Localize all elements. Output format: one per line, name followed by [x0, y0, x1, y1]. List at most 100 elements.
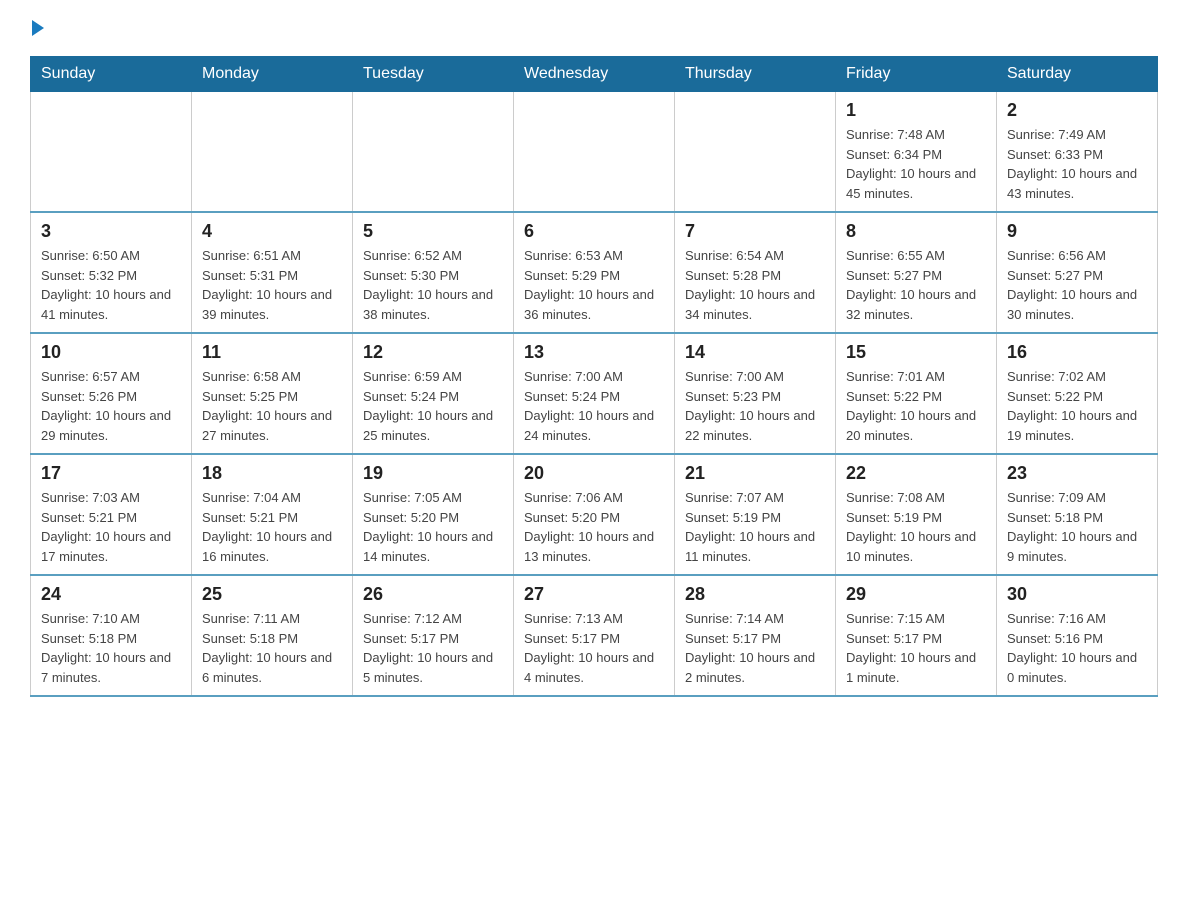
- day-info: Sunrise: 7:48 AM Sunset: 6:34 PM Dayligh…: [846, 125, 986, 203]
- day-number: 16: [1007, 342, 1147, 363]
- day-number: 4: [202, 221, 342, 242]
- day-number: 12: [363, 342, 503, 363]
- calendar-cell: [514, 92, 675, 213]
- day-info: Sunrise: 7:14 AM Sunset: 5:17 PM Dayligh…: [685, 609, 825, 687]
- day-info: Sunrise: 6:52 AM Sunset: 5:30 PM Dayligh…: [363, 246, 503, 324]
- calendar-header-sunday: Sunday: [31, 57, 192, 92]
- calendar-week-row: 3 Sunrise: 6:50 AM Sunset: 5:32 PM Daylig…: [31, 212, 1158, 333]
- day-info: Sunrise: 7:15 AM Sunset: 5:17 PM Dayligh…: [846, 609, 986, 687]
- calendar-header-monday: Monday: [192, 57, 353, 92]
- day-info: Sunrise: 7:01 AM Sunset: 5:22 PM Dayligh…: [846, 367, 986, 445]
- day-number: 28: [685, 584, 825, 605]
- calendar-header-friday: Friday: [836, 57, 997, 92]
- calendar-cell: 18 Sunrise: 7:04 AM Sunset: 5:21 PM Dayli…: [192, 454, 353, 575]
- calendar-cell: 3 Sunrise: 6:50 AM Sunset: 5:32 PM Daylig…: [31, 212, 192, 333]
- day-info: Sunrise: 6:53 AM Sunset: 5:29 PM Dayligh…: [524, 246, 664, 324]
- day-number: 3: [41, 221, 181, 242]
- day-number: 8: [846, 221, 986, 242]
- calendar-cell: 30Sunrise: 7:16 AM Sunset: 5:16 PM Dayli…: [997, 575, 1158, 696]
- day-info: Sunrise: 7:00 AM Sunset: 5:23 PM Dayligh…: [685, 367, 825, 445]
- day-number: 20: [524, 463, 664, 484]
- calendar-header-wednesday: Wednesday: [514, 57, 675, 92]
- calendar-cell: 11 Sunrise: 6:58 AM Sunset: 5:25 PM Dayli…: [192, 333, 353, 454]
- calendar-cell: 14 Sunrise: 7:00 AM Sunset: 5:23 PM Dayli…: [675, 333, 836, 454]
- day-number: 26: [363, 584, 503, 605]
- page-header: [30, 20, 1158, 36]
- day-info: Sunrise: 7:16 AM Sunset: 5:16 PM Dayligh…: [1007, 609, 1147, 687]
- day-info: Sunrise: 6:51 AM Sunset: 5:31 PM Dayligh…: [202, 246, 342, 324]
- day-number: 27: [524, 584, 664, 605]
- calendar-cell: 23 Sunrise: 7:09 AM Sunset: 5:18 PM Dayli…: [997, 454, 1158, 575]
- day-number: 17: [41, 463, 181, 484]
- calendar-cell: 2 Sunrise: 7:49 AM Sunset: 6:33 PM Daylig…: [997, 92, 1158, 213]
- day-number: 10: [41, 342, 181, 363]
- calendar-cell: 5Sunrise: 6:52 AM Sunset: 5:30 PM Daylig…: [353, 212, 514, 333]
- day-info: Sunrise: 7:00 AM Sunset: 5:24 PM Dayligh…: [524, 367, 664, 445]
- calendar-cell: 22 Sunrise: 7:08 AM Sunset: 5:19 PM Dayli…: [836, 454, 997, 575]
- day-info: Sunrise: 6:50 AM Sunset: 5:32 PM Dayligh…: [41, 246, 181, 324]
- day-info: Sunrise: 7:09 AM Sunset: 5:18 PM Dayligh…: [1007, 488, 1147, 566]
- day-info: Sunrise: 6:59 AM Sunset: 5:24 PM Dayligh…: [363, 367, 503, 445]
- calendar-cell: [192, 92, 353, 213]
- calendar-cell: 10 Sunrise: 6:57 AM Sunset: 5:26 PM Dayli…: [31, 333, 192, 454]
- day-info: Sunrise: 7:13 AM Sunset: 5:17 PM Dayligh…: [524, 609, 664, 687]
- day-number: 18: [202, 463, 342, 484]
- calendar-week-row: 10 Sunrise: 6:57 AM Sunset: 5:26 PM Dayli…: [31, 333, 1158, 454]
- calendar-cell: [675, 92, 836, 213]
- day-number: 22: [846, 463, 986, 484]
- calendar-cell: 19 Sunrise: 7:05 AM Sunset: 5:20 PM Dayli…: [353, 454, 514, 575]
- day-number: 13: [524, 342, 664, 363]
- calendar-cell: 28 Sunrise: 7:14 AM Sunset: 5:17 PM Dayli…: [675, 575, 836, 696]
- day-number: 14: [685, 342, 825, 363]
- calendar-header-saturday: Saturday: [997, 57, 1158, 92]
- logo-arrow-icon: [32, 20, 44, 36]
- day-info: Sunrise: 6:57 AM Sunset: 5:26 PM Dayligh…: [41, 367, 181, 445]
- day-number: 29: [846, 584, 986, 605]
- calendar-cell: 15Sunrise: 7:01 AM Sunset: 5:22 PM Dayli…: [836, 333, 997, 454]
- day-info: Sunrise: 6:58 AM Sunset: 5:25 PM Dayligh…: [202, 367, 342, 445]
- calendar-cell: [31, 92, 192, 213]
- calendar-cell: 21Sunrise: 7:07 AM Sunset: 5:19 PM Dayli…: [675, 454, 836, 575]
- day-number: 23: [1007, 463, 1147, 484]
- day-info: Sunrise: 7:08 AM Sunset: 5:19 PM Dayligh…: [846, 488, 986, 566]
- calendar-header-thursday: Thursday: [675, 57, 836, 92]
- calendar-week-row: 17 Sunrise: 7:03 AM Sunset: 5:21 PM Dayli…: [31, 454, 1158, 575]
- day-number: 25: [202, 584, 342, 605]
- day-info: Sunrise: 7:11 AM Sunset: 5:18 PM Dayligh…: [202, 609, 342, 687]
- day-number: 2: [1007, 100, 1147, 121]
- day-info: Sunrise: 7:05 AM Sunset: 5:20 PM Dayligh…: [363, 488, 503, 566]
- calendar-week-row: 24 Sunrise: 7:10 AM Sunset: 5:18 PM Dayli…: [31, 575, 1158, 696]
- day-info: Sunrise: 6:56 AM Sunset: 5:27 PM Dayligh…: [1007, 246, 1147, 324]
- day-info: Sunrise: 7:03 AM Sunset: 5:21 PM Dayligh…: [41, 488, 181, 566]
- calendar-cell: 17 Sunrise: 7:03 AM Sunset: 5:21 PM Dayli…: [31, 454, 192, 575]
- calendar-cell: 7 Sunrise: 6:54 AM Sunset: 5:28 PM Daylig…: [675, 212, 836, 333]
- day-info: Sunrise: 7:49 AM Sunset: 6:33 PM Dayligh…: [1007, 125, 1147, 203]
- day-number: 7: [685, 221, 825, 242]
- calendar-cell: 20 Sunrise: 7:06 AM Sunset: 5:20 PM Dayli…: [514, 454, 675, 575]
- day-info: Sunrise: 6:54 AM Sunset: 5:28 PM Dayligh…: [685, 246, 825, 324]
- day-info: Sunrise: 6:55 AM Sunset: 5:27 PM Dayligh…: [846, 246, 986, 324]
- day-number: 6: [524, 221, 664, 242]
- day-info: Sunrise: 7:02 AM Sunset: 5:22 PM Dayligh…: [1007, 367, 1147, 445]
- day-info: Sunrise: 7:06 AM Sunset: 5:20 PM Dayligh…: [524, 488, 664, 566]
- day-info: Sunrise: 7:10 AM Sunset: 5:18 PM Dayligh…: [41, 609, 181, 687]
- calendar-cell: [353, 92, 514, 213]
- calendar-cell: 1 Sunrise: 7:48 AM Sunset: 6:34 PM Daylig…: [836, 92, 997, 213]
- day-number: 21: [685, 463, 825, 484]
- calendar-cell: 8 Sunrise: 6:55 AM Sunset: 5:27 PM Daylig…: [836, 212, 997, 333]
- day-info: Sunrise: 7:04 AM Sunset: 5:21 PM Dayligh…: [202, 488, 342, 566]
- calendar-cell: 16 Sunrise: 7:02 AM Sunset: 5:22 PM Dayli…: [997, 333, 1158, 454]
- day-number: 11: [202, 342, 342, 363]
- calendar-cell: 25 Sunrise: 7:11 AM Sunset: 5:18 PM Dayli…: [192, 575, 353, 696]
- day-number: 19: [363, 463, 503, 484]
- calendar-cell: 4 Sunrise: 6:51 AM Sunset: 5:31 PM Daylig…: [192, 212, 353, 333]
- day-number: 1: [846, 100, 986, 121]
- day-number: 9: [1007, 221, 1147, 242]
- calendar-cell: 6 Sunrise: 6:53 AM Sunset: 5:29 PM Daylig…: [514, 212, 675, 333]
- day-number: 24: [41, 584, 181, 605]
- day-info: Sunrise: 7:12 AM Sunset: 5:17 PM Dayligh…: [363, 609, 503, 687]
- calendar-cell: 26 Sunrise: 7:12 AM Sunset: 5:17 PM Dayli…: [353, 575, 514, 696]
- calendar-header-tuesday: Tuesday: [353, 57, 514, 92]
- logo: [30, 20, 44, 36]
- calendar-week-row: 1 Sunrise: 7:48 AM Sunset: 6:34 PM Daylig…: [31, 92, 1158, 213]
